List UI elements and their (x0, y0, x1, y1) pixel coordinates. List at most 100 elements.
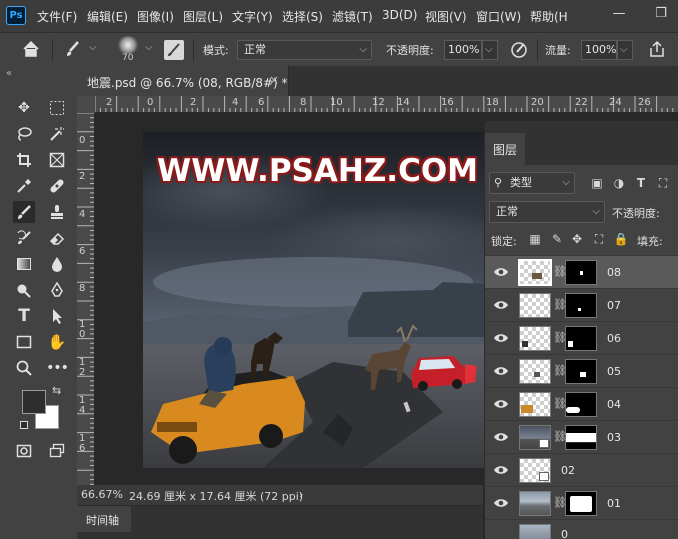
brush-settings-panel-icon[interactable] (164, 40, 184, 60)
layer-filter-select[interactable]: ⚲ 类型 ⌵ (489, 172, 575, 194)
menu-file[interactable]: 文件(F) (37, 8, 77, 25)
home-icon[interactable] (22, 40, 40, 61)
opacity-dropdown[interactable]: ⌵ (482, 40, 498, 60)
gradient-tool-icon[interactable] (13, 253, 35, 275)
path-selection-tool-icon[interactable] (46, 305, 68, 327)
menu-type[interactable]: 文字(Y) (232, 8, 273, 25)
layer-row-01[interactable]: ⛓ 01 (485, 486, 678, 519)
layer-row-08[interactable]: ⛓ 08 (485, 255, 678, 288)
pressure-opacity-icon[interactable] (510, 41, 528, 62)
lasso-tool-icon[interactable] (13, 123, 35, 145)
layer-row-07[interactable]: ⛓ 07 (485, 288, 678, 321)
eye-icon[interactable] (493, 364, 509, 378)
layer-mask-thumbnail[interactable] (565, 392, 597, 417)
menu-3d[interactable]: 3D(D) (382, 8, 417, 22)
share-icon[interactable] (648, 40, 666, 61)
menu-filter[interactable]: 滤镜(T) (332, 8, 373, 25)
layer-thumbnail[interactable] (519, 425, 551, 450)
brush-size-chevron-icon[interactable]: ⌵ (145, 42, 153, 53)
tab-timeline[interactable]: 时间轴 (77, 506, 131, 532)
quick-mask-icon[interactable] (13, 440, 35, 462)
menu-help[interactable]: 帮助(H (530, 8, 568, 25)
eyedropper-tool-icon[interactable] (13, 175, 35, 197)
mode-select[interactable]: 正常 ⌵ (237, 40, 372, 60)
layer-name[interactable]: 06 (607, 332, 621, 345)
layer-row-06[interactable]: ⛓ 06 (485, 321, 678, 354)
eye-icon[interactable] (493, 496, 509, 510)
layer-mask-thumbnail[interactable] (565, 293, 597, 318)
layer-name[interactable]: 07 (607, 299, 621, 312)
foreground-color-swatch[interactable] (22, 390, 46, 414)
link-icon[interactable]: ⛓ (553, 397, 567, 413)
layer-name[interactable]: 03 (607, 431, 621, 444)
filter-type-icon[interactable]: T (633, 175, 649, 191)
layer-mask-thumbnail[interactable] (565, 260, 597, 285)
layer-name[interactable]: 0 (561, 528, 568, 539)
layer-mask-thumbnail[interactable] (565, 491, 597, 516)
menu-edit[interactable]: 编辑(E) (87, 8, 128, 25)
layer-thumbnail[interactable] (519, 359, 551, 384)
brush-preset-icon[interactable] (64, 40, 84, 61)
filter-pixel-icon[interactable]: ▣ (589, 175, 605, 191)
brush-preset-chevron-icon[interactable]: ⌵ (89, 42, 97, 53)
menu-view[interactable]: 视图(V) (425, 8, 467, 25)
eraser-tool-icon[interactable] (46, 227, 68, 249)
layer-thumbnail[interactable] (518, 259, 552, 286)
menu-window[interactable]: 窗口(W) (476, 8, 521, 25)
filter-adjustment-icon[interactable]: ◑ (611, 175, 627, 191)
layer-row-0[interactable]: 0 (485, 519, 678, 539)
zoom-level[interactable]: 66.67% (81, 488, 123, 501)
layer-thumbnail[interactable] (519, 326, 551, 351)
layer-row-03[interactable]: ⛓ 03 (485, 420, 678, 453)
photoshop-logo[interactable]: Ps (6, 6, 26, 25)
close-icon[interactable]: × (269, 73, 279, 87)
layer-mask-thumbnail[interactable] (565, 326, 597, 351)
crop-tool-icon[interactable] (13, 149, 35, 171)
layer-thumbnail[interactable] (519, 491, 551, 516)
opacity-input[interactable]: 100% (444, 40, 482, 60)
marquee-tool-icon[interactable] (46, 97, 68, 119)
layer-name[interactable]: 05 (607, 365, 621, 378)
layer-name[interactable]: 02 (561, 464, 575, 477)
layer-name[interactable]: 04 (607, 398, 621, 411)
layer-mask-thumbnail[interactable] (565, 425, 597, 450)
document-tab[interactable]: 地震.psd @ 66.7% (08, RGB/8#) * × (77, 66, 289, 96)
layer-name[interactable]: 08 (607, 266, 621, 279)
layer-thumbnail[interactable] (519, 458, 551, 483)
hand-tool-icon[interactable]: ✋ (46, 331, 68, 353)
collapse-panel-icon[interactable]: « (6, 68, 12, 79)
link-icon[interactable]: ⛓ (553, 496, 567, 512)
move-tool-icon[interactable]: ✥ (13, 97, 35, 119)
layer-row-04[interactable]: ⛓ 04 (485, 387, 678, 420)
lock-artboard-icon[interactable]: ⛶ (591, 231, 607, 247)
menu-select[interactable]: 选择(S) (282, 8, 323, 25)
history-brush-tool-icon[interactable] (13, 227, 35, 249)
menu-layer[interactable]: 图层(L) (183, 8, 223, 25)
eye-icon[interactable] (493, 265, 509, 279)
flow-dropdown[interactable]: ⌵ (617, 40, 633, 60)
ruler-corner[interactable] (77, 96, 95, 113)
more-tools-icon[interactable]: ••• (46, 357, 69, 379)
link-icon[interactable]: ⛓ (553, 298, 567, 314)
tab-layers[interactable]: 图层 (485, 133, 525, 165)
flow-input[interactable]: 100% (581, 40, 617, 60)
eye-icon[interactable] (493, 397, 509, 411)
lock-all-icon[interactable]: 🔒 (613, 231, 629, 247)
layer-row-02[interactable]: 02 (485, 453, 678, 486)
brush-tip-preview[interactable] (117, 36, 139, 54)
blend-mode-select[interactable]: 正常 ⌵ (489, 201, 605, 223)
layer-row-05[interactable]: ⛓ 05 (485, 354, 678, 387)
eye-icon[interactable] (493, 331, 509, 345)
link-icon[interactable]: ⛓ (553, 265, 567, 281)
layer-name[interactable]: 01 (607, 497, 621, 510)
lock-transparent-icon[interactable]: ▦ (527, 231, 543, 247)
link-icon[interactable]: ⛓ (553, 430, 567, 446)
eye-icon[interactable] (493, 463, 509, 477)
frame-tool-icon[interactable] (46, 149, 68, 171)
lock-image-icon[interactable]: ✎ (549, 231, 565, 247)
healing-brush-tool-icon[interactable] (46, 175, 68, 197)
dodge-tool-icon[interactable] (13, 279, 35, 301)
magic-wand-tool-icon[interactable] (46, 123, 68, 145)
filter-shape-icon[interactable]: ⛶ (655, 175, 671, 191)
horizontal-ruler[interactable]: 2 0 2 4 6 8 10 12 14 16 18 20 22 24 26 (95, 96, 678, 113)
